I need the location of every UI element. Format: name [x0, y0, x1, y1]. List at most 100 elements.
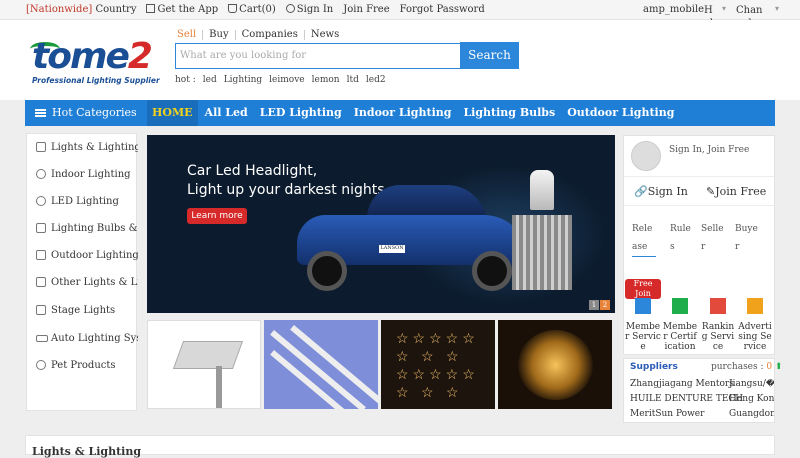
cart-link[interactable]: Cart(0) — [228, 4, 276, 15]
headlight-bulb-image — [512, 170, 572, 300]
location-selector[interactable]: [Nationwide] Country — [26, 4, 136, 15]
sidebar-item-auto-lighting[interactable]: Auto Lighting System — [27, 325, 138, 352]
tab-sell[interactable]: Sell — [177, 30, 204, 40]
search-button[interactable]: Search — [460, 42, 519, 69]
nav-led-lighting[interactable]: LED Lighting — [255, 100, 347, 126]
sign-in-join-text[interactable]: Sign In, Join Free — [669, 145, 749, 155]
car-image: LANSON — [297, 185, 527, 295]
sign-in-link[interactable]: Sign In — [285, 4, 333, 15]
ranking-icon — [710, 298, 726, 314]
member-services: Member Service Member Certification Rank… — [624, 286, 774, 352]
banner-page-2[interactable]: 2 — [600, 300, 610, 310]
product-thumb-fairy-lights[interactable] — [498, 320, 612, 409]
purchases-counter: purchases : 0 ⬆ — [711, 362, 783, 372]
menu-icon — [35, 109, 46, 117]
user-icon — [285, 4, 295, 13]
tab-companies[interactable]: Companies — [236, 30, 305, 40]
promo-banner[interactable]: Car Led Headlight, Light up your darkest… — [147, 135, 615, 313]
search-input[interactable]: What are you looking for — [175, 43, 461, 69]
hot-term[interactable]: leimove — [269, 75, 304, 85]
hot-term[interactable]: ltd — [347, 75, 359, 85]
sidebar-item-indoor-lighting[interactable]: Indoor Lighting — [27, 161, 138, 188]
ranking-service-button[interactable]: Ranking Service — [700, 286, 736, 352]
hot-term[interactable]: led — [203, 75, 217, 85]
nationwide-link[interactable]: [Nationwide] — [26, 4, 92, 15]
sidebar-item-pet-products[interactable]: Pet Products — [27, 352, 138, 379]
sidebar-item-outdoor-lighting[interactable]: Outdoor Lighting — [27, 242, 138, 269]
user-account-link[interactable]: amp_mobile — [643, 4, 704, 15]
link-icon: 🔗 — [634, 185, 648, 198]
product-thumb-streetlight[interactable] — [147, 320, 261, 409]
hot-label: hot : — [175, 75, 196, 85]
country-link[interactable]: Country — [95, 4, 136, 15]
nav-lighting-bulbs[interactable]: Lighting Bulbs — [458, 100, 560, 126]
supplier-row[interactable]: HUILE DENTURE TECHHong Kong — [630, 394, 774, 407]
supplier-row[interactable]: Zhangjiagang Mentors Jiangsu/� — [630, 379, 774, 392]
join-free-link[interactable]: Join Free — [343, 4, 389, 15]
account-panel: Sign In, Join Free 🔗Sign In ✎Join Free R… — [623, 135, 775, 355]
car-icon — [36, 335, 48, 342]
tab-buy[interactable]: Buy — [203, 30, 236, 40]
section-title: Lights & Lighting — [32, 445, 142, 458]
advertising-service-button[interactable]: Advertising Service — [737, 286, 773, 352]
hot-searches: hot : led Lighting leimove lemon ltd led… — [175, 75, 386, 85]
lightbulb-icon — [36, 142, 46, 152]
site-logo[interactable]: tome2 Professional Lighting Supplier — [28, 34, 160, 94]
category-section: Lights & Lighting — [25, 435, 775, 458]
sidebar-item-lights-lighting[interactable]: Lights & Lighting — [27, 134, 138, 161]
hot-term[interactable]: Lighting — [224, 75, 262, 85]
hot-term[interactable]: led2 — [366, 75, 386, 85]
cart-icon — [228, 4, 238, 13]
learn-more-button[interactable]: Learn more — [187, 208, 247, 224]
product-thumb-star-curtain[interactable]: ☆☆☆☆☆ ☆ ☆ ☆ ☆☆☆☆☆ ☆ ☆ ☆ — [381, 320, 495, 409]
header: tome2 Professional Lighting Supplier Sel… — [0, 20, 800, 100]
ceiling-lamp-icon — [36, 169, 46, 179]
supplier-row[interactable]: MeritSun PowerGuangdong/ — [630, 409, 774, 422]
channel-chevron-icon: ▾ — [775, 4, 780, 13]
sidebar-item-stage-lights[interactable]: Stage Lights — [27, 297, 138, 324]
nav-outdoor-lighting[interactable]: Outdoor Lighting — [562, 100, 679, 126]
hot-categories-menu[interactable]: Hot Categories — [25, 100, 137, 126]
led-icon — [36, 196, 46, 206]
sidebar-item-other-lights[interactable]: Other Lights & Lighting — [27, 269, 138, 296]
suppliers-panel: Suppliers purchases : 0 ⬆ Zhangjiagang M… — [623, 358, 783, 423]
sidebar-item-lighting-bulbs[interactable]: Lighting Bulbs & Tubes — [27, 215, 138, 242]
phone-icon — [146, 4, 156, 13]
member-service-button[interactable]: Member Service — [625, 286, 661, 352]
paw-icon — [36, 360, 46, 370]
sidebar-item-led-lighting[interactable]: LED Lighting — [27, 188, 138, 215]
member-certification-button[interactable]: Member Certification — [662, 286, 698, 352]
banner-title-line1: Car Led Headlight, — [187, 163, 318, 179]
sign-in-row: 🔗Sign In ✎Join Free — [624, 176, 774, 206]
suppliers-heading[interactable]: Suppliers — [630, 362, 678, 372]
tab-news[interactable]: News — [305, 30, 345, 40]
panel-join-free-button[interactable]: ✎Join Free — [706, 185, 766, 198]
panel-sign-in-button[interactable]: 🔗Sign In — [634, 185, 688, 198]
nav-all-led[interactable]: All Led — [200, 100, 253, 126]
tab-seller[interactable]: Seller — [701, 220, 725, 256]
tab-rules[interactable]: Rules — [670, 220, 694, 256]
tab-release[interactable]: Release — [632, 220, 656, 257]
arrow-up-icon: ⬆ — [775, 362, 783, 372]
get-app-link[interactable]: Get the App — [146, 4, 218, 15]
advertising-icon — [747, 298, 763, 314]
product-thumb-tubes[interactable] — [264, 320, 378, 409]
certification-icon — [672, 298, 688, 314]
logo-tagline: Professional Lighting Supplier — [32, 76, 160, 85]
nav-home[interactable]: HOME — [147, 100, 198, 126]
street-lamp-icon — [36, 250, 46, 260]
featured-products: ☆☆☆☆☆ ☆ ☆ ☆ ☆☆☆☆☆ ☆ ☆ ☆ — [147, 320, 612, 409]
panel-tabs: Release Rules Seller Buyer — [624, 216, 774, 257]
license-plate: LANSON — [379, 245, 405, 253]
bulb-icon — [36, 223, 46, 233]
stage-light-icon — [36, 305, 46, 315]
member-service-icon — [635, 298, 651, 314]
hot-term[interactable]: lemon — [312, 75, 340, 85]
nav-indoor-lighting[interactable]: Indoor Lighting — [349, 100, 457, 126]
forgot-password-link[interactable]: Forgot Password — [400, 4, 485, 15]
tab-buyer[interactable]: Buyer — [735, 220, 759, 256]
help-chevron-icon: ▾ — [722, 4, 727, 13]
lamp-icon — [36, 277, 46, 287]
pencil-icon: ✎ — [706, 185, 716, 198]
banner-page-1[interactable]: 1 — [589, 300, 599, 310]
